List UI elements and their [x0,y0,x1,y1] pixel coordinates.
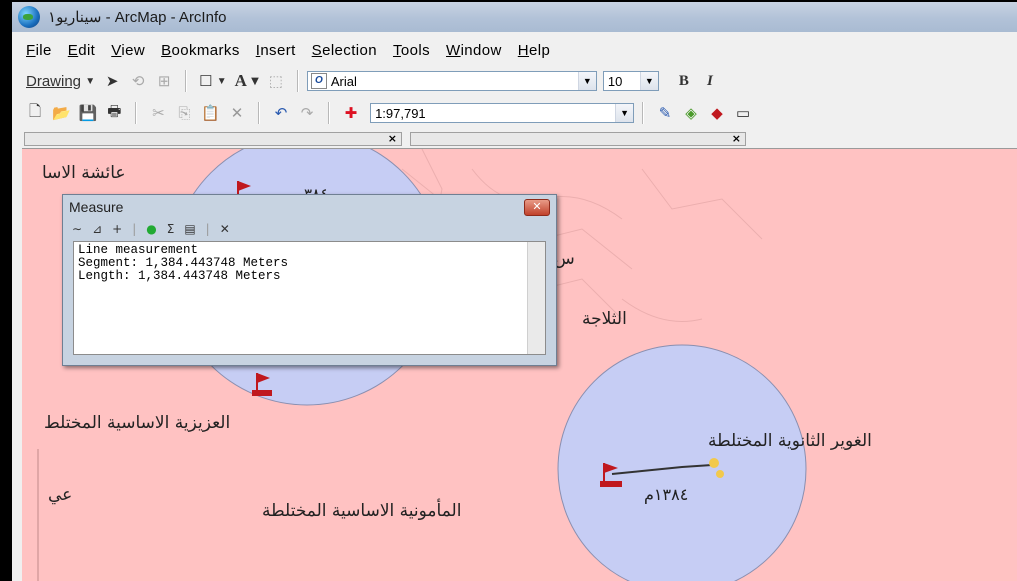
menu-selection[interactable]: Selection [312,42,377,59]
measure-feature-icon[interactable]: + [112,222,122,236]
units-dropdown-icon[interactable]: ▤ [184,222,195,236]
menu-tools[interactable]: Tools [393,42,430,59]
map-scale-select[interactable]: 1:97,791 ▼ [370,103,635,123]
paste-icon[interactable]: 📋 [201,102,220,124]
font-name-select[interactable]: O Arial ▼ [306,71,597,91]
title-bar: سيناريو١ - ArcMap - ArcInfo [12,2,1017,32]
open-folder-icon[interactable]: 📂 [52,102,71,124]
clear-results-icon[interactable]: ✕ [220,222,230,236]
chevron-down-icon[interactable]: ▼ [577,72,596,90]
table-of-contents-icon[interactable]: ◈ [682,102,700,124]
snap-to-features-icon[interactable]: ● [146,222,156,236]
font-name-value: Arial [330,73,357,89]
measure-title: Measure [69,199,124,215]
edit-vertices-icon[interactable]: ⬚ [267,70,285,92]
menu-bar: File Edit View Bookmarks Insert Selectio… [12,38,1017,62]
docked-toolbars-strip: × × [12,130,1017,148]
measure-results-box: Line measurement Segment: 1,384.443748 M… [73,241,546,355]
map-label-sin: س [554,249,575,269]
sum-icon[interactable]: Σ [167,222,175,236]
vertical-scrollbar[interactable] [527,242,545,354]
arctoolbox-icon[interactable]: ◆ [708,102,726,124]
docked-window-1[interactable]: × [24,132,402,146]
save-icon[interactable]: 💾 [79,102,98,124]
menu-edit[interactable]: Edit [68,42,95,59]
font-size-select[interactable]: 10 ▼ [602,71,659,91]
toolbar-separator [642,102,645,124]
copy-icon[interactable]: ⎘ [175,102,193,124]
new-document-icon[interactable]: 🗋 [26,102,44,124]
toolbar-separator: | [205,222,210,236]
new-text-icon[interactable]: A ▼ [235,70,259,92]
close-icon[interactable]: × [732,132,741,145]
school-point-marker[interactable] [716,470,724,478]
toolbar-separator [258,102,261,124]
menu-window[interactable]: Window [446,42,502,59]
print-icon[interactable]: 🖶 [105,102,123,124]
menu-view[interactable]: View [111,42,145,59]
italic-button[interactable]: I [701,70,719,92]
measure-toolbar: ∼ ⊿ + | ● Σ ▤ | ✕ [67,219,552,239]
measure-dialog[interactable]: Measure ✕ ∼ ⊿ + | ● Σ ▤ | ✕ Line measure… [62,194,557,366]
toolbar-separator [185,70,188,92]
measure-line-icon[interactable]: ∼ [72,222,82,236]
select-elements-icon[interactable]: ➤ [103,70,121,92]
chevron-down-icon: ▼ [85,75,96,87]
font-size-value: 10 [607,73,623,89]
redo-icon[interactable]: ↷ [298,102,316,124]
cut-icon[interactable]: ✂ [149,102,167,124]
rotate-icon[interactable]: ⟲ [129,70,147,92]
map-label-mamuniya: المأمونية الاساسية المختلطة [262,501,462,521]
map-scale-value: 1:97,791 [375,105,426,121]
bold-button[interactable]: B [675,70,693,92]
menu-insert[interactable]: Insert [256,42,296,59]
window-title: سيناريو١ - ArcMap - ArcInfo [48,9,227,26]
menu-bookmarks[interactable]: Bookmarks [161,42,240,59]
menu-help[interactable]: Help [518,42,550,59]
school-point-marker[interactable] [709,458,719,468]
map-label-thallaja: الثلاجة [582,309,627,329]
close-button[interactable]: ✕ [524,198,550,216]
chevron-down-icon[interactable]: ▼ [615,104,634,122]
map-label-ai: عي [48,485,73,505]
arcmap-globe-icon [18,6,40,28]
map-label-aisha: عائشة الاسا [42,163,126,183]
map-label-aziziya: العزيزية الاساسية المختلط [44,413,231,433]
measure-length: Length: 1,384.443748 Meters [78,269,281,283]
zoom-whole-page-icon[interactable]: ⊞ [155,70,173,92]
toolbar-separator: | [132,222,137,236]
drawing-toolbar: Drawing ▼ ➤ ⟲ ⊞ ☐ ▼ A ▼ ⬚ O Arial ▼ 10 ▼… [12,66,1017,96]
docked-window-2[interactable]: × [410,132,746,146]
undo-icon[interactable]: ↶ [272,102,290,124]
buffer-circle-ghuwair[interactable] [557,344,807,581]
rectangle-icon[interactable]: ☐ ▼ [199,70,227,92]
add-data-icon[interactable]: ✚ [342,102,360,124]
standard-toolbar: 🗋 📂 💾 🖶 ✂ ⎘ 📋 ✕ ↶ ↷ ✚ 1:97,791 ▼ ✎ ◈ ◆ ▭ [12,98,1017,128]
toolbar-separator [296,70,299,92]
toolbar-separator [135,102,138,124]
delete-icon[interactable]: ✕ [228,102,246,124]
arcmap-window: سيناريو١ - ArcMap - ArcInfo File Edit Vi… [10,0,1017,581]
measure-area-icon[interactable]: ⊿ [92,222,102,236]
toolbar-separator [328,102,331,124]
font-type-icon: O [310,73,327,89]
map-label-distance: ١٣٨٤م [644,485,689,504]
editor-toolbar-icon[interactable]: ✎ [656,102,674,124]
menu-file[interactable]: File [26,42,52,59]
chevron-down-icon[interactable]: ▼ [639,72,658,90]
drawing-menu-button[interactable]: Drawing ▼ [26,70,95,92]
measure-title-bar[interactable]: Measure ✕ [63,195,556,219]
map-label-ghuwair: الغوير الثانوية المختلطة [708,431,872,451]
drawing-menu-label: Drawing [26,72,82,90]
command-line-icon[interactable]: ▭ [734,102,752,124]
close-icon[interactable]: × [388,132,397,145]
